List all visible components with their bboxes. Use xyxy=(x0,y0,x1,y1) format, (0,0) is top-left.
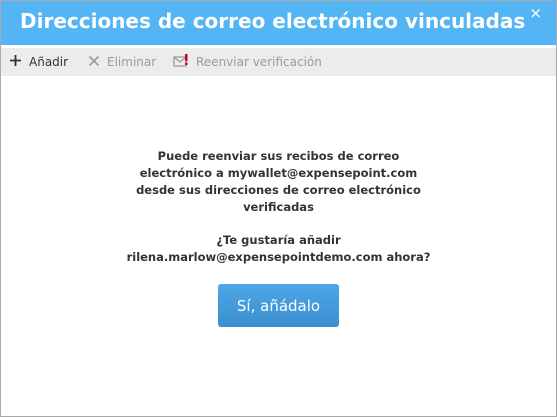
delete-button[interactable]: Eliminar xyxy=(88,48,156,76)
dialog-title: Direcciones de correo electrónico vincul… xyxy=(20,9,526,33)
close-icon[interactable]: × xyxy=(529,3,542,23)
plus-icon xyxy=(9,54,22,71)
info-message: Puede reenviar sus recibos de correo ele… xyxy=(1,148,556,216)
resend-verification-button[interactable]: Reenviar verificación xyxy=(173,48,322,76)
add-label: Añadir xyxy=(29,55,69,69)
info-line: electrónico a mywallet@expensepoint.com xyxy=(139,166,418,180)
info-line: desde sus direcciones de correo electrón… xyxy=(136,183,421,197)
info-line: Puede reenviar sus recibos de correo xyxy=(157,149,400,163)
delete-label: Eliminar xyxy=(107,55,157,69)
linked-email-dialog: Direcciones de correo electrónico vincul… xyxy=(0,0,557,417)
dialog-titlebar: Direcciones de correo electrónico vincul… xyxy=(1,1,556,45)
add-button[interactable]: Añadir xyxy=(9,48,68,76)
x-icon xyxy=(88,54,100,71)
resend-label: Reenviar verificación xyxy=(196,55,322,69)
toolbar: Añadir Eliminar Reenviar verificación xyxy=(1,48,556,76)
question-line: rilena.marlow@expensepointdemo.com ahora… xyxy=(126,250,431,264)
question-message: ¿Te gustaría añadir rilena.marlow@expens… xyxy=(1,232,556,266)
confirm-add-button[interactable]: Sí, añádalo xyxy=(218,284,339,327)
info-line: verificadas xyxy=(243,200,314,214)
envelope-alert-icon xyxy=(173,53,189,71)
question-line: ¿Te gustaría añadir xyxy=(216,233,341,247)
